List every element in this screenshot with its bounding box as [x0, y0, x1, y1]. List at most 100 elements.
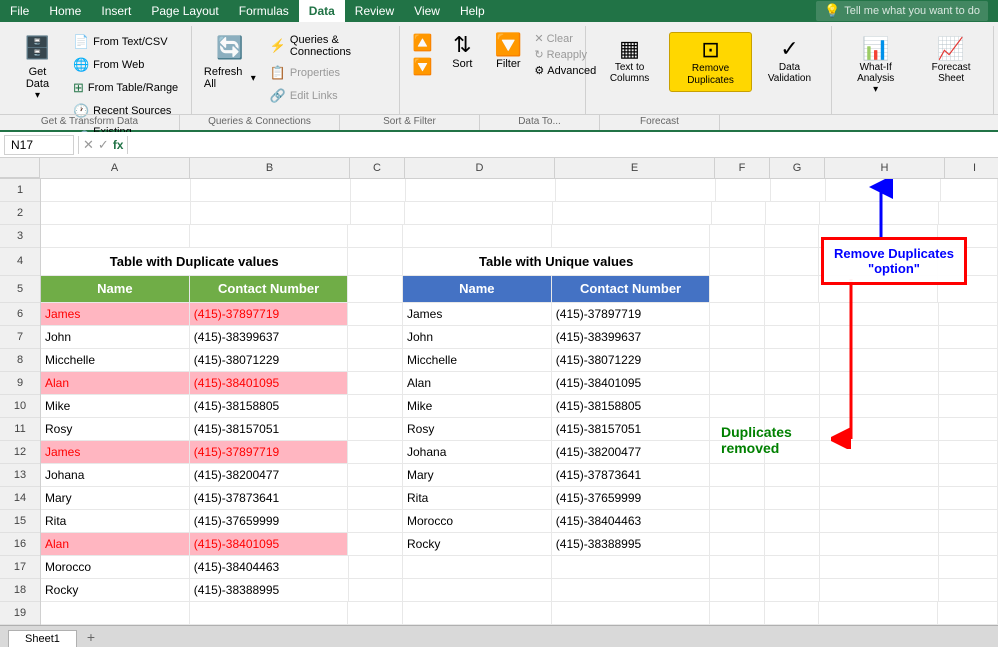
cell-e6[interactable]: (415)-37897719	[552, 303, 711, 326]
cell-h16[interactable]	[820, 533, 939, 556]
cell-g17[interactable]	[765, 556, 820, 579]
cell-i18[interactable]	[939, 579, 998, 602]
cell-d15[interactable]: Morocco	[403, 510, 552, 533]
cell-e10[interactable]: (415)-38158805	[552, 395, 711, 418]
cell-d8[interactable]: Micchelle	[403, 349, 552, 372]
cell-c15[interactable]	[348, 510, 403, 533]
cell-a8[interactable]: Micchelle	[41, 349, 190, 372]
menu-page-layout[interactable]: Page Layout	[141, 0, 228, 22]
cell-f13[interactable]	[710, 464, 765, 487]
cell-a18[interactable]: Rocky	[41, 579, 190, 602]
row-num-13[interactable]: 13	[0, 464, 40, 487]
cell-e18[interactable]	[552, 579, 711, 602]
sheet-tab-1[interactable]: Sheet1	[8, 630, 77, 647]
cell-a9[interactable]: Alan	[41, 372, 190, 395]
cell-a4[interactable]: Table with Duplicate values	[41, 248, 348, 276]
menu-home[interactable]: Home	[39, 0, 91, 22]
cell-f15[interactable]	[710, 510, 765, 533]
row-num-8[interactable]: 8	[0, 349, 40, 372]
grid-cell[interactable]	[191, 202, 351, 225]
row-num-16[interactable]: 16	[0, 533, 40, 556]
cell-c9[interactable]	[348, 372, 403, 395]
cell-e17[interactable]	[552, 556, 711, 579]
col-header-f[interactable]: F	[715, 158, 770, 178]
cell-f7[interactable]	[710, 326, 765, 349]
confirm-formula-icon[interactable]: ✓	[98, 137, 109, 153]
col-header-b[interactable]: B	[190, 158, 350, 178]
remove-duplicates-button[interactable]: ⊡ Remove Duplicates	[669, 32, 752, 92]
grid-cell[interactable]	[553, 202, 711, 225]
cell-i16[interactable]	[939, 533, 998, 556]
row-num-14[interactable]: 14	[0, 487, 40, 510]
cell-i14[interactable]	[939, 487, 998, 510]
cell-f14[interactable]	[710, 487, 765, 510]
row-num-5[interactable]: 5	[0, 276, 40, 304]
cell-e11[interactable]: (415)-38157051	[552, 418, 711, 441]
cell-c16[interactable]	[348, 533, 403, 556]
cell-b13[interactable]: (415)-38200477	[190, 464, 349, 487]
cell-a10[interactable]: Mike	[41, 395, 190, 418]
col-header-a[interactable]: A	[40, 158, 190, 178]
cell-a15[interactable]: Rita	[41, 510, 190, 533]
cell-c5[interactable]	[348, 276, 403, 304]
cell-g4[interactable]	[765, 248, 820, 276]
cell-e15[interactable]: (415)-38404463	[552, 510, 711, 533]
row-num-7[interactable]: 7	[0, 326, 40, 349]
cell-f16[interactable]	[710, 533, 765, 556]
cell-i12[interactable]	[939, 441, 998, 464]
col-header-d[interactable]: D	[405, 158, 555, 178]
cell-b16[interactable]: (415)-38401095	[190, 533, 349, 556]
grid-cell[interactable]	[190, 225, 349, 248]
cell-g7[interactable]	[765, 326, 820, 349]
get-data-button[interactable]: 🗄️ Get Data ▾	[10, 28, 65, 105]
menu-data[interactable]: Data	[299, 0, 345, 22]
grid-cell[interactable]	[941, 179, 998, 202]
cell-f17[interactable]	[710, 556, 765, 579]
formula-input[interactable]	[132, 138, 994, 152]
col-header-c[interactable]: C	[350, 158, 405, 178]
cell-c6[interactable]	[348, 303, 403, 326]
cell-e13[interactable]: (415)-37873641	[552, 464, 711, 487]
cell-c8[interactable]	[348, 349, 403, 372]
cell-c14[interactable]	[348, 487, 403, 510]
grid-cell[interactable]	[820, 202, 939, 225]
cell-h9[interactable]	[820, 372, 939, 395]
menu-file[interactable]: File	[0, 0, 39, 22]
grid-cell[interactable]	[766, 202, 820, 225]
cell-h10[interactable]	[820, 395, 939, 418]
row-num-18[interactable]: 18	[0, 579, 40, 602]
cell-g9[interactable]	[765, 372, 820, 395]
cell-g15[interactable]	[765, 510, 820, 533]
grid-cell[interactable]	[351, 179, 406, 202]
cell-a14[interactable]: Mary	[41, 487, 190, 510]
cell-h6[interactable]	[820, 303, 939, 326]
grid-cell[interactable]	[826, 179, 941, 202]
row-num-3[interactable]: 3	[0, 225, 40, 248]
cell-d10[interactable]: Mike	[403, 395, 552, 418]
cell-d16[interactable]: Rocky	[403, 533, 552, 556]
cell-i8[interactable]	[939, 349, 998, 372]
grid-cell[interactable]	[348, 225, 403, 248]
cell-a13[interactable]: Johana	[41, 464, 190, 487]
edit-links-button[interactable]: 🔗 Edit Links	[266, 86, 392, 106]
sort-button[interactable]: ⇅ Sort	[442, 28, 482, 74]
grid-cell[interactable]	[41, 179, 191, 202]
cell-c4[interactable]	[348, 248, 403, 276]
menu-insert[interactable]: Insert	[91, 0, 141, 22]
cell-b12[interactable]: (415)-37897719	[190, 441, 349, 464]
cell-b5-contact-header[interactable]: Contact Number	[190, 276, 349, 304]
cell-i7[interactable]	[939, 326, 998, 349]
cell-i17[interactable]	[939, 556, 998, 579]
queries-connections-button[interactable]: ⚡ Queries & Connections	[266, 32, 392, 60]
row-num-2[interactable]: 2	[0, 202, 40, 225]
row-num-9[interactable]: 9	[0, 372, 40, 395]
insert-function-icon[interactable]: fx	[113, 138, 124, 152]
row-num-15[interactable]: 15	[0, 510, 40, 533]
cell-d7[interactable]: John	[403, 326, 552, 349]
cell-h13[interactable]	[820, 464, 939, 487]
sort-za-button[interactable]: 🔽	[408, 56, 436, 78]
grid-cell[interactable]	[710, 225, 765, 248]
cell-a11[interactable]: Rosy	[41, 418, 190, 441]
filter-button[interactable]: 🔽 Filter	[488, 28, 528, 74]
cell-f8[interactable]	[710, 349, 765, 372]
